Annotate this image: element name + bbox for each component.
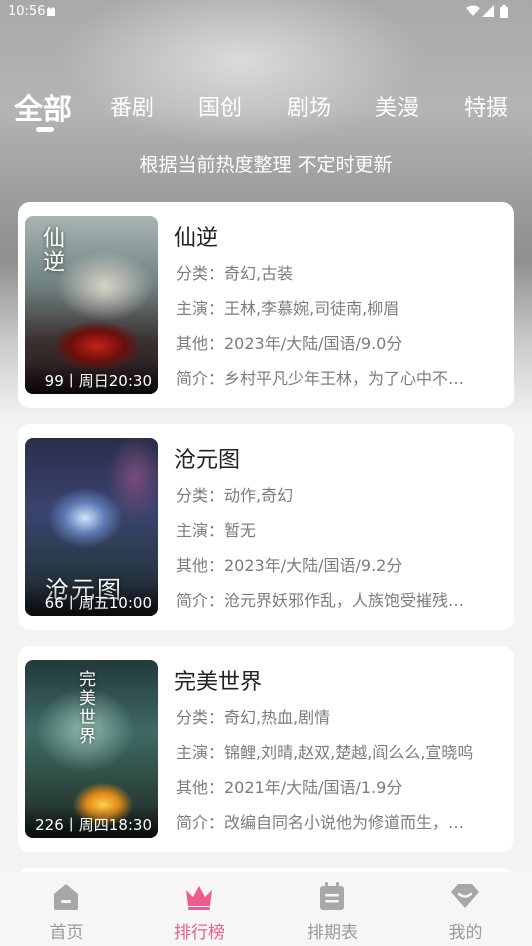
item-intro: 简介：改编自同名小说他为修道而生，…: [176, 813, 465, 832]
tab-tokusatsu[interactable]: 特摄: [464, 90, 508, 122]
item-cast: 主演：暂无: [176, 521, 257, 540]
item-title: 仙逆: [174, 226, 219, 251]
tab-american-comics[interactable]: 美漫: [375, 90, 419, 122]
notification-icon: [46, 5, 56, 21]
category-tabs: 全部 番剧 国创 剧场 美漫 特摄: [0, 80, 532, 140]
tab-guochuang[interactable]: 国创: [198, 90, 242, 122]
ranking-subtitle: 根据当前热度整理 不定时更新: [139, 154, 393, 176]
active-tab-indicator: [36, 127, 54, 132]
item-intro: 简介：沧元界妖邪作乱，人族饱受摧残…: [176, 591, 465, 610]
profile-icon: [449, 880, 481, 912]
item-other: 其他：2021年/大陆/国语/1.9分: [176, 778, 403, 797]
item-genre: 分类：奇幻,热血,剧情: [176, 708, 331, 727]
tab-all[interactable]: 全部: [14, 86, 72, 128]
tab-fanju[interactable]: 番剧: [110, 90, 154, 122]
wifi-icon: [466, 5, 480, 21]
battery-icon: [500, 5, 508, 22]
nav-profile-label: 我的: [448, 923, 483, 943]
poster-image[interactable]: 沧元图 66丨周五10:00: [25, 438, 158, 616]
bottom-navigation: 首页 排行榜 排期表 我的: [0, 872, 532, 946]
episode-info: 66丨周五10:00: [25, 584, 158, 616]
nav-ranking-label: 排行榜: [174, 923, 225, 943]
item-cast: 主演：王林,李慕婉,司徒南,柳眉: [176, 299, 400, 318]
episode-info: 99丨周日20:30: [25, 362, 158, 394]
poster-title: 仙逆: [39, 226, 64, 274]
calendar-icon: [316, 880, 348, 912]
ranking-card[interactable]: 沧元图 66丨周五10:00 沧元图 分类：动作,奇幻 主演：暂无 其他：202…: [18, 424, 514, 630]
tab-theater[interactable]: 剧场: [287, 90, 331, 122]
status-bar: 10:56: [0, 0, 532, 24]
home-icon: [50, 880, 82, 912]
status-time: 10:56: [8, 4, 46, 19]
item-cast: 主演：锦鲤,刘晴,赵双,楚越,阎么么,宣晓呜: [176, 743, 474, 762]
ranking-card[interactable]: 完美世界 226丨周四18:30 完美世界 分类：奇幻,热血,剧情 主演：锦鲤,…: [18, 646, 514, 852]
signal-icon: [482, 5, 494, 21]
poster-image[interactable]: 完美世界 226丨周四18:30: [25, 660, 158, 838]
nav-profile[interactable]: 我的: [399, 872, 532, 946]
nav-schedule[interactable]: 排期表: [266, 872, 399, 946]
episode-info: 226丨周四18:30: [25, 806, 158, 838]
poster-image[interactable]: 仙逆 99丨周日20:30: [25, 216, 158, 394]
item-title: 完美世界: [174, 670, 263, 695]
item-title: 沧元图: [174, 448, 241, 473]
item-genre: 分类：奇幻,古装: [176, 264, 294, 283]
nav-schedule-label: 排期表: [307, 923, 358, 943]
nav-home-label: 首页: [49, 923, 84, 943]
item-other: 其他：2023年/大陆/国语/9.2分: [176, 556, 403, 575]
ranking-card[interactable]: 仙逆 99丨周日20:30 仙逆 分类：奇幻,古装 主演：王林,李慕婉,司徒南,…: [18, 202, 514, 408]
item-intro: 简介：乡村平凡少年王林，为了心中不…: [176, 369, 465, 388]
item-other: 其他：2023年/大陆/国语/9.0分: [176, 334, 403, 353]
poster-title: 完美世界: [75, 670, 95, 746]
nav-home[interactable]: 首页: [0, 872, 133, 946]
crown-icon: [183, 880, 215, 912]
nav-ranking[interactable]: 排行榜: [133, 872, 266, 946]
item-genre: 分类：动作,奇幻: [176, 486, 294, 505]
